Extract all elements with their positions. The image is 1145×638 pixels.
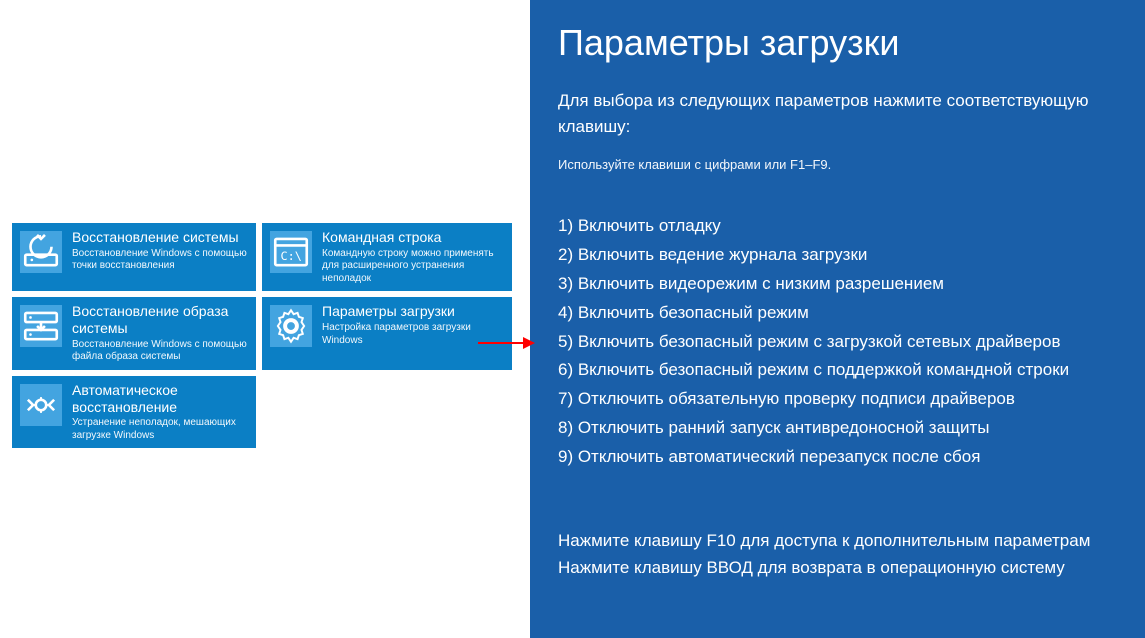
automatic-repair-icon: [20, 384, 62, 426]
tile-desc: Устранение неполадок, мешающих загрузке …: [72, 417, 248, 442]
option-3[interactable]: 3) Включить видеорежим с низким разрешен…: [558, 270, 1135, 299]
startup-options-list: 1) Включить отладку 2) Включить ведение …: [558, 212, 1135, 472]
option-5[interactable]: 5) Включить безопасный режим с загрузкой…: [558, 328, 1135, 357]
tile-desc: Командную строку можно применять для рас…: [322, 248, 504, 286]
option-6[interactable]: 6) Включить безопасный режим с поддержко…: [558, 356, 1135, 385]
gear-icon: [270, 305, 312, 347]
arrow-indicator: [478, 337, 535, 349]
command-prompt-icon: C:\: [270, 231, 312, 273]
tile-title: Восстановление образа системы: [72, 303, 248, 337]
option-7[interactable]: 7) Отключить обязательную проверку подпи…: [558, 385, 1135, 414]
hint: Используйте клавиши с цифрами или F1–F9.: [558, 157, 1135, 172]
tile-automatic-repair[interactable]: Автоматическое восстановление Устранение…: [12, 376, 256, 449]
footer-f10: Нажмите клавишу F10 для доступа к дополн…: [558, 527, 1135, 554]
tile-title: Командная строка: [322, 229, 504, 246]
tile-desc: Восстановление Windows с помощью точки в…: [72, 248, 248, 273]
option-4[interactable]: 4) Включить безопасный режим: [558, 299, 1135, 328]
recovery-options-panel: Восстановление системы Восстановление Wi…: [0, 0, 530, 638]
tile-startup-settings[interactable]: Параметры загрузки Настройка параметров …: [262, 297, 512, 370]
option-1[interactable]: 1) Включить отладку: [558, 212, 1135, 241]
tile-title: Автоматическое восстановление: [72, 382, 248, 416]
option-2[interactable]: 2) Включить ведение журнала загрузки: [558, 241, 1135, 270]
tile-title: Восстановление системы: [72, 229, 248, 246]
page-title: Параметры загрузки: [558, 22, 1135, 64]
system-restore-icon: [20, 231, 62, 273]
option-8[interactable]: 8) Отключить ранний запуск антивредоносн…: [558, 414, 1135, 443]
svg-text:C:\: C:\: [281, 249, 302, 263]
tile-system-restore[interactable]: Восстановление системы Восстановление Wi…: [12, 223, 256, 291]
tile-command-prompt[interactable]: C:\ Командная строка Командную строку мо…: [262, 223, 512, 291]
footer-enter: Нажмите клавишу ВВОД для возврата в опер…: [558, 554, 1135, 581]
tile-title: Параметры загрузки: [322, 303, 504, 320]
image-recovery-icon: [20, 305, 62, 347]
option-9[interactable]: 9) Отключить автоматический перезапуск п…: [558, 443, 1135, 472]
tile-desc: Настройка параметров загрузки Windows: [322, 322, 504, 347]
tile-desc: Восстановление Windows с помощью файла о…: [72, 339, 248, 364]
startup-settings-panel: Параметры загрузки Для выбора из следующ…: [530, 0, 1145, 638]
subtitle: Для выбора из следующих параметров нажми…: [558, 88, 1135, 139]
tile-system-image-recovery[interactable]: Восстановление образа системы Восстановл…: [12, 297, 256, 370]
